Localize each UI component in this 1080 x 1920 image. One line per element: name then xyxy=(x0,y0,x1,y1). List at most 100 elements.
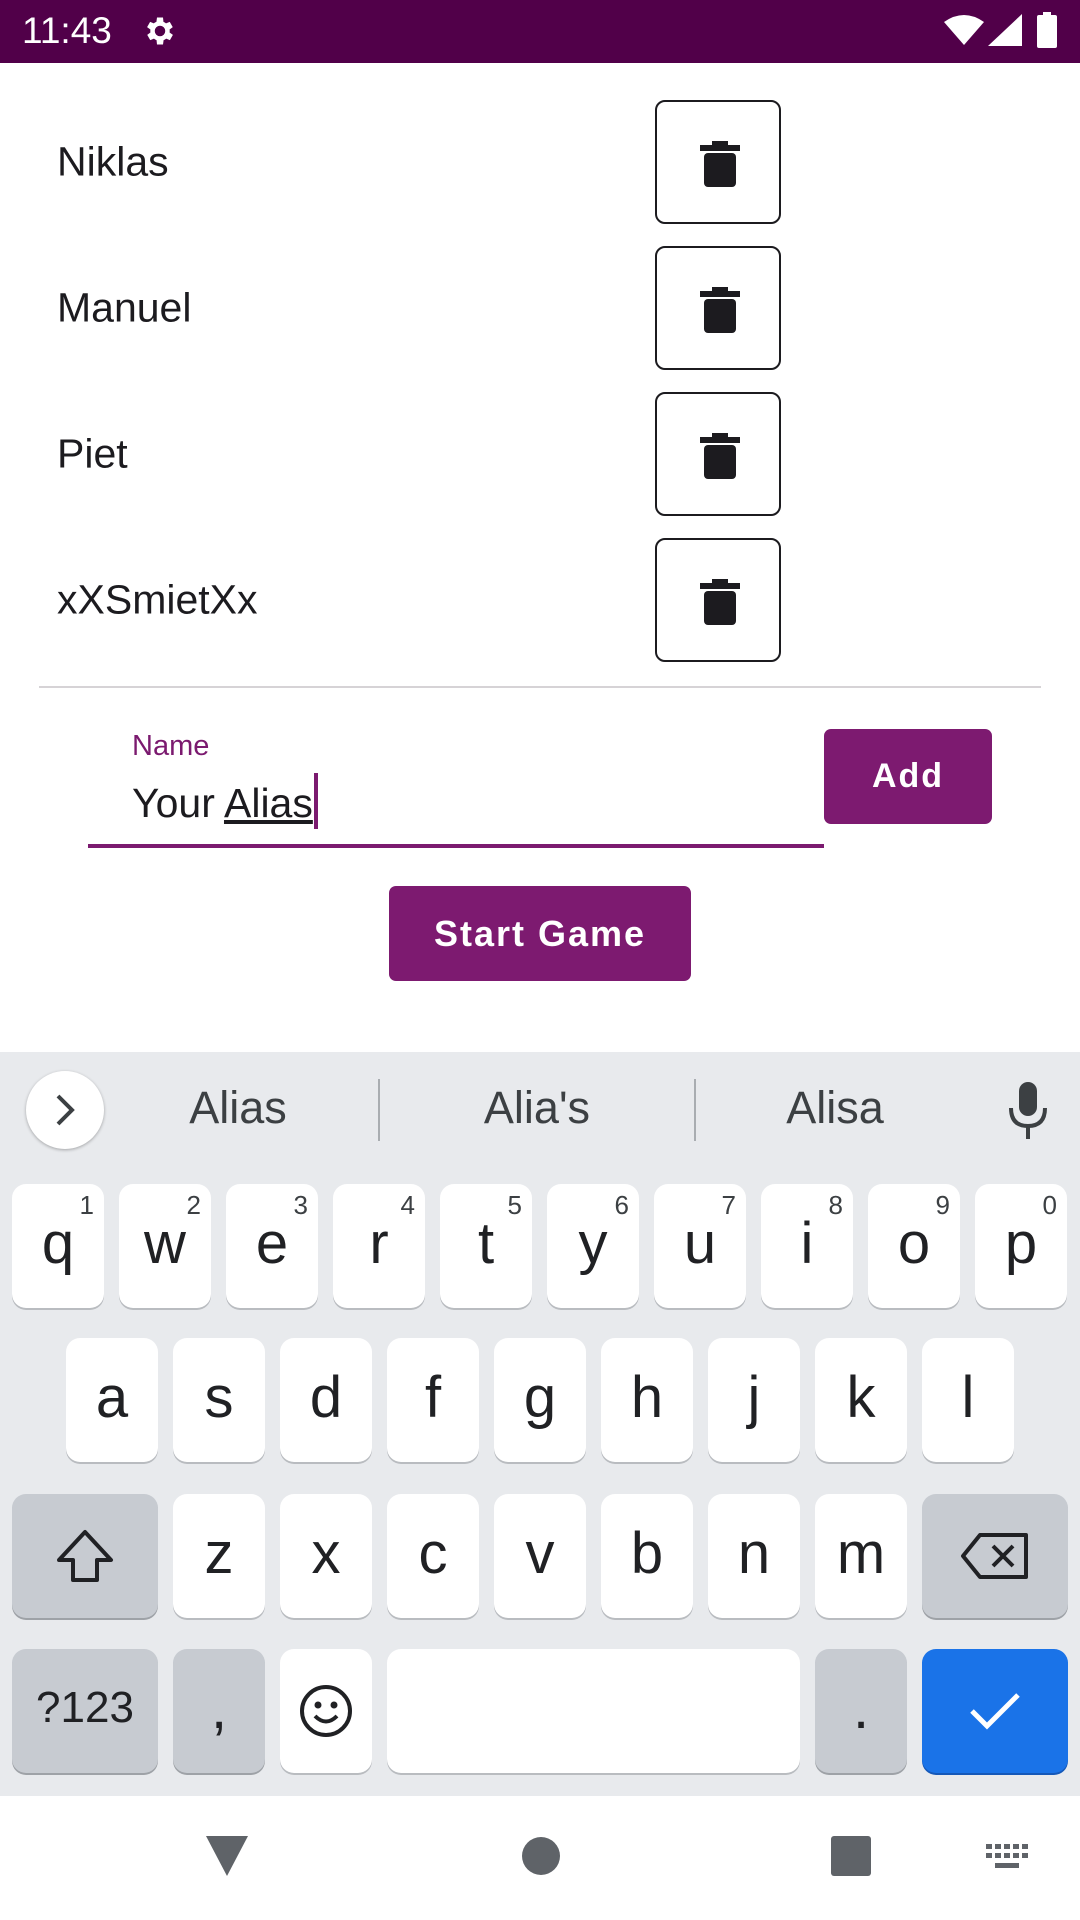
delete-player-button[interactable] xyxy=(655,538,781,662)
key-m[interactable]: m xyxy=(815,1494,907,1618)
key-hint: 6 xyxy=(614,1190,629,1220)
key-label: w xyxy=(144,1210,186,1276)
backspace-icon xyxy=(961,1533,1028,1579)
microphone-icon[interactable] xyxy=(1004,1082,1052,1140)
key-label: v xyxy=(525,1520,555,1586)
status-time: 11:43 xyxy=(22,10,112,51)
key-label: o xyxy=(897,1210,931,1276)
key-s[interactable]: s xyxy=(173,1338,265,1462)
delete-player-button[interactable] xyxy=(655,100,781,224)
key-label: a xyxy=(95,1364,129,1430)
shift-key[interactable] xyxy=(12,1494,158,1618)
key-e[interactable]: 3e xyxy=(226,1184,318,1308)
suggestion-item[interactable]: Alias xyxy=(118,1082,358,1134)
key-label: z xyxy=(204,1520,234,1586)
key-k[interactable]: k xyxy=(815,1338,907,1462)
key-label: h xyxy=(630,1364,664,1430)
key-label: f xyxy=(424,1364,442,1430)
backspace-key[interactable] xyxy=(922,1494,1068,1618)
key-y[interactable]: 6y xyxy=(547,1184,639,1308)
key-hint: 9 xyxy=(935,1190,950,1220)
key-j[interactable]: j xyxy=(708,1338,800,1462)
name-value-plain: Your xyxy=(132,780,224,826)
keyboard-menu-button[interactable] xyxy=(26,1071,104,1149)
soft-keyboard: Alias Alia's Alisa 1q 2w 3e 4r 5t 6y 7u … xyxy=(0,1052,1080,1796)
home-icon[interactable] xyxy=(521,1836,561,1876)
key-h[interactable]: h xyxy=(601,1338,693,1462)
name-field-value[interactable]: Your Alias xyxy=(132,773,318,829)
key-r[interactable]: 4r xyxy=(333,1184,425,1308)
key-label: r xyxy=(369,1210,389,1276)
key-t[interactable]: 5t xyxy=(440,1184,532,1308)
space-key[interactable] xyxy=(387,1649,800,1773)
key-label: g xyxy=(523,1364,557,1430)
key-label: m xyxy=(836,1520,886,1586)
key-label: k xyxy=(846,1364,876,1430)
key-z[interactable]: z xyxy=(173,1494,265,1618)
suggestion-item[interactable]: Alisa xyxy=(715,1082,955,1134)
symbols-key[interactable]: ?123 xyxy=(12,1649,158,1773)
period-key[interactable]: . xyxy=(815,1649,907,1773)
back-icon[interactable] xyxy=(206,1836,248,1876)
key-w[interactable]: 2w xyxy=(119,1184,211,1308)
key-label: q xyxy=(41,1210,75,1276)
player-name: Manuel xyxy=(57,284,192,331)
trash-icon xyxy=(700,287,740,333)
key-c[interactable]: c xyxy=(387,1494,479,1618)
add-button[interactable]: Add xyxy=(824,729,992,824)
key-label: c xyxy=(418,1520,448,1586)
key-b[interactable]: b xyxy=(601,1494,693,1618)
gear-icon xyxy=(147,17,173,45)
emoji-icon xyxy=(300,1685,352,1737)
suggestion-bar: Alias Alia's Alisa xyxy=(0,1052,1080,1168)
recents-icon[interactable] xyxy=(831,1836,871,1876)
checkmark-icon xyxy=(970,1693,1020,1730)
key-o[interactable]: 9o xyxy=(868,1184,960,1308)
keyboard-switch-icon[interactable] xyxy=(986,1844,1030,1872)
emoji-key[interactable] xyxy=(280,1649,372,1773)
key-u[interactable]: 7u xyxy=(654,1184,746,1308)
suggestion-divider xyxy=(694,1079,696,1141)
key-label: y xyxy=(578,1210,608,1276)
trash-icon xyxy=(700,579,740,625)
key-v[interactable]: v xyxy=(494,1494,586,1618)
key-l[interactable]: l xyxy=(922,1338,1014,1462)
key-n[interactable]: n xyxy=(708,1494,800,1618)
trash-icon xyxy=(700,433,740,479)
enter-key[interactable] xyxy=(922,1649,1068,1773)
key-hint: 4 xyxy=(400,1190,415,1220)
battery-icon xyxy=(1037,12,1057,48)
status-bar: 11:43 xyxy=(0,0,1080,63)
key-a[interactable]: a xyxy=(66,1338,158,1462)
key-f[interactable]: f xyxy=(387,1338,479,1462)
wifi-icon xyxy=(944,15,984,45)
key-label: p xyxy=(1004,1210,1038,1276)
name-field-underline xyxy=(88,844,824,848)
comma-key[interactable]: , xyxy=(173,1649,265,1773)
start-game-button[interactable]: Start Game xyxy=(389,886,691,981)
key-label: n xyxy=(737,1520,771,1586)
navigation-bar xyxy=(0,1796,1080,1920)
player-row: xXSmietXx xyxy=(0,527,1080,673)
key-hint: 2 xyxy=(186,1190,201,1220)
key-p[interactable]: 0p xyxy=(975,1184,1067,1308)
key-label: . xyxy=(852,1675,870,1741)
key-d[interactable]: d xyxy=(280,1338,372,1462)
key-q[interactable]: 1q xyxy=(12,1184,104,1308)
key-label: x xyxy=(311,1520,341,1586)
key-x[interactable]: x xyxy=(280,1494,372,1618)
player-name: Piet xyxy=(57,430,128,477)
suggestion-item[interactable]: Alia's xyxy=(417,1082,657,1134)
name-field-label: Name xyxy=(132,730,210,762)
key-i[interactable]: 8i xyxy=(761,1184,853,1308)
key-hint: 3 xyxy=(293,1190,308,1220)
key-label: d xyxy=(309,1364,343,1430)
name-input[interactable]: Name Your Alias xyxy=(88,718,824,848)
delete-player-button[interactable] xyxy=(655,246,781,370)
delete-player-button[interactable] xyxy=(655,392,781,516)
key-label: , xyxy=(210,1675,228,1741)
player-row: Niklas xyxy=(0,89,1080,235)
trash-icon xyxy=(700,141,740,187)
key-g[interactable]: g xyxy=(494,1338,586,1462)
player-row: Manuel xyxy=(0,235,1080,381)
